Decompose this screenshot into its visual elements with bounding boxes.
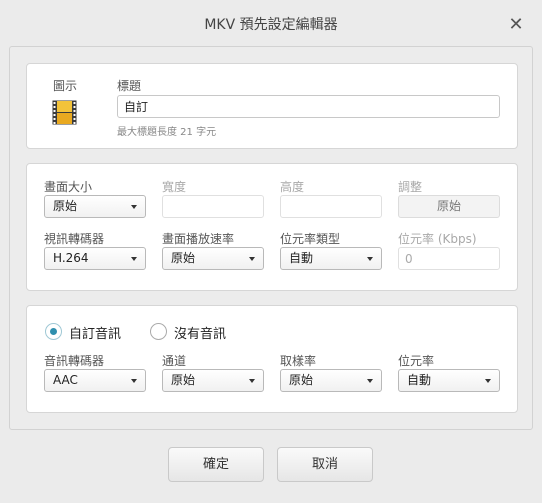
audio-codec-label: 音訊轉碼器: [44, 354, 105, 368]
channel-select[interactable]: 原始: [162, 369, 264, 392]
chevron-down-icon: [249, 257, 255, 261]
bitrate-kbps-label: 位元率 (Kbps): [398, 232, 477, 246]
audio-bitrate-select[interactable]: 自動: [398, 369, 500, 392]
dialog-body: 圖示 標題 最大標題長度 21 字元 畫面大小 原始 寬度: [9, 46, 533, 430]
width-input[interactable]: [162, 195, 264, 218]
audio-panel: 自訂音訊 沒有音訊 音訊轉碼器 AAC 通道 原始 取樣率 原始 位元率 自動: [26, 305, 518, 413]
bitrate-kbps-input[interactable]: [398, 247, 500, 270]
chevron-down-icon: [485, 379, 491, 383]
bitrate-type-select[interactable]: 自動: [280, 247, 382, 270]
sample-rate-label: 取樣率: [280, 354, 317, 368]
adjust-button[interactable]: 原始: [398, 195, 500, 218]
ok-button[interactable]: 確定: [168, 447, 264, 482]
frame-size-select[interactable]: 原始: [44, 195, 146, 218]
frame-rate-value: 原始: [171, 251, 196, 265]
title-input[interactable]: [117, 95, 500, 118]
no-audio-radio[interactable]: [150, 323, 167, 340]
frame-size-label: 畫面大小: [44, 180, 93, 194]
no-audio-label[interactable]: 沒有音訊: [174, 323, 226, 342]
width-label: 寬度: [162, 180, 187, 194]
film-icon[interactable]: [52, 100, 77, 125]
icon-label: 圖示: [53, 79, 78, 93]
audio-bitrate-label: 位元率: [398, 354, 435, 368]
height-label: 高度: [280, 180, 305, 194]
title-hint: 最大標題長度 21 字元: [117, 127, 217, 138]
chevron-down-icon: [131, 257, 137, 261]
sample-rate-select[interactable]: 原始: [280, 369, 382, 392]
title-panel: 圖示 標題 最大標題長度 21 字元: [26, 63, 518, 149]
channel-label: 通道: [162, 354, 187, 368]
chevron-down-icon: [131, 379, 137, 383]
height-input[interactable]: [280, 195, 382, 218]
chevron-down-icon: [367, 379, 373, 383]
custom-audio-label[interactable]: 自訂音訊: [69, 323, 121, 342]
bitrate-type-label: 位元率類型: [280, 232, 341, 246]
chevron-down-icon: [367, 257, 373, 261]
video-codec-value: H.264: [53, 251, 89, 265]
sample-rate-value: 原始: [289, 373, 314, 387]
adjust-label: 調整: [398, 180, 423, 194]
audio-codec-value: AAC: [53, 373, 78, 387]
cancel-button[interactable]: 取消: [277, 447, 373, 482]
frame-rate-label: 畫面播放速率: [162, 232, 235, 246]
custom-audio-radio[interactable]: [45, 323, 62, 340]
frame-size-value: 原始: [53, 199, 78, 213]
chevron-down-icon: [131, 205, 137, 209]
close-icon[interactable]: ✕: [506, 15, 526, 35]
bitrate-type-value: 自動: [289, 251, 314, 265]
video-codec-label: 視訊轉碼器: [44, 232, 105, 246]
chevron-down-icon: [249, 379, 255, 383]
audio-bitrate-value: 自動: [407, 373, 432, 387]
video-codec-select[interactable]: H.264: [44, 247, 146, 270]
audio-codec-select[interactable]: AAC: [44, 369, 146, 392]
title-label: 標題: [117, 79, 142, 93]
video-panel: 畫面大小 原始 寬度 高度 調整 原始 視訊轉碼器 H.264 畫面播放速率 原…: [26, 163, 518, 291]
channel-value: 原始: [171, 373, 196, 387]
window-title: MKV 預先設定編輯器: [204, 17, 338, 33]
frame-rate-select[interactable]: 原始: [162, 247, 264, 270]
